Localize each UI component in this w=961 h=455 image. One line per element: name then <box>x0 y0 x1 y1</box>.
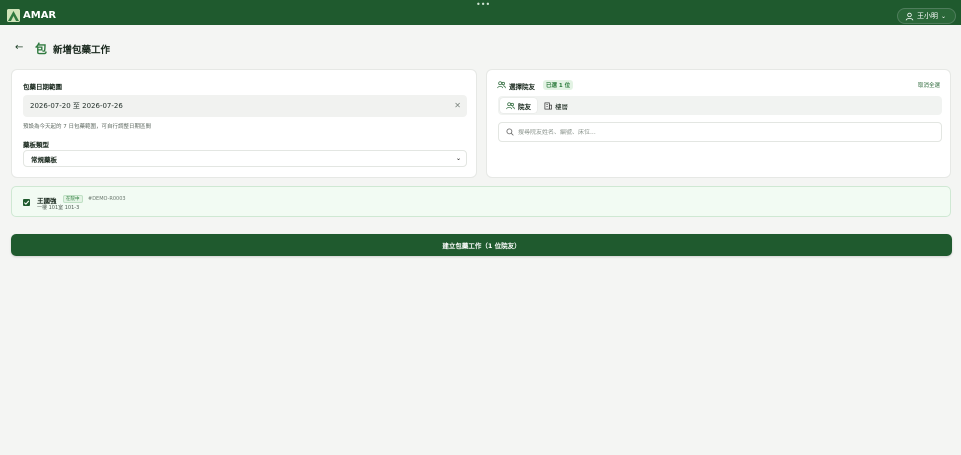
amar-logo-icon <box>7 9 20 22</box>
clear-icon[interactable]: ✕ <box>454 101 461 110</box>
resident-location: 一樓 101室 101-3 <box>37 205 80 211</box>
list-item[interactable]: 王國強 在院中 #DEMO-R0003 一樓 101室 101-3 <box>11 186 951 217</box>
user-menu-button[interactable]: 王小明 ⌄ <box>897 8 956 24</box>
date-range-value: 2026-07-20 至 2026-07-26 <box>30 102 123 110</box>
tab-floors[interactable]: 樓層 <box>538 98 574 113</box>
resident-search[interactable] <box>498 122 942 142</box>
page-title-icon: 包 <box>35 42 48 56</box>
clear-all-link[interactable]: 取消全選 <box>918 81 940 89</box>
date-range-card: 包藥日期範圍 2026-07-20 至 2026-07-26 ✕ 預設為今天起的… <box>11 69 477 178</box>
check-icon <box>23 200 30 205</box>
chevron-down-icon: ⌄ <box>941 12 947 20</box>
more-horizontal-icon[interactable]: ••• <box>476 0 490 9</box>
date-range-label: 包藥日期範圍 <box>23 83 62 91</box>
brand-name: AMAR <box>23 10 57 21</box>
search-icon <box>506 128 514 136</box>
tab-residents[interactable]: 院友 <box>500 98 537 113</box>
users-icon <box>506 101 515 109</box>
select-residents-card: 選擇院友 已選 1 位 取消全選 院友 樓層 <box>486 69 951 178</box>
tab-floors-label: 樓層 <box>555 102 568 111</box>
resident-filter-tabs: 院友 樓層 <box>498 96 942 115</box>
tab-residents-label: 院友 <box>518 102 531 111</box>
page-title: 新增包藥工作 <box>53 45 111 56</box>
user-icon <box>905 12 914 20</box>
user-name: 王小明 <box>917 12 938 20</box>
status-badge: 在院中 <box>63 195 83 203</box>
board-type-value: 常規藥板 <box>31 155 57 164</box>
selected-count-badge: 已選 1 位 <box>543 80 574 90</box>
board-type-select[interactable]: 常規藥板 ⌄ <box>23 150 467 167</box>
create-job-button[interactable]: 建立包藥工作（1 位院友） <box>11 234 952 256</box>
resident-search-input[interactable] <box>518 128 918 136</box>
date-range-hint: 預設為今天起的 7 日包藥範圍，可自行調整日期區間 <box>23 124 151 130</box>
resident-id: #DEMO-R0003 <box>88 196 126 202</box>
arrow-left-icon[interactable]: ← <box>15 42 23 53</box>
date-range-field[interactable]: 2026-07-20 至 2026-07-26 ✕ <box>23 95 467 117</box>
select-residents-label: 選擇院友 <box>509 83 535 91</box>
resident-checkbox[interactable] <box>23 199 30 206</box>
users-icon <box>497 81 506 89</box>
top-bar: ••• AMAR 王小明 ⌄ <box>0 0 961 25</box>
board-type-label: 藥板類型 <box>23 141 49 149</box>
chevron-down-icon: ⌄ <box>455 155 461 162</box>
building-icon <box>544 102 552 109</box>
